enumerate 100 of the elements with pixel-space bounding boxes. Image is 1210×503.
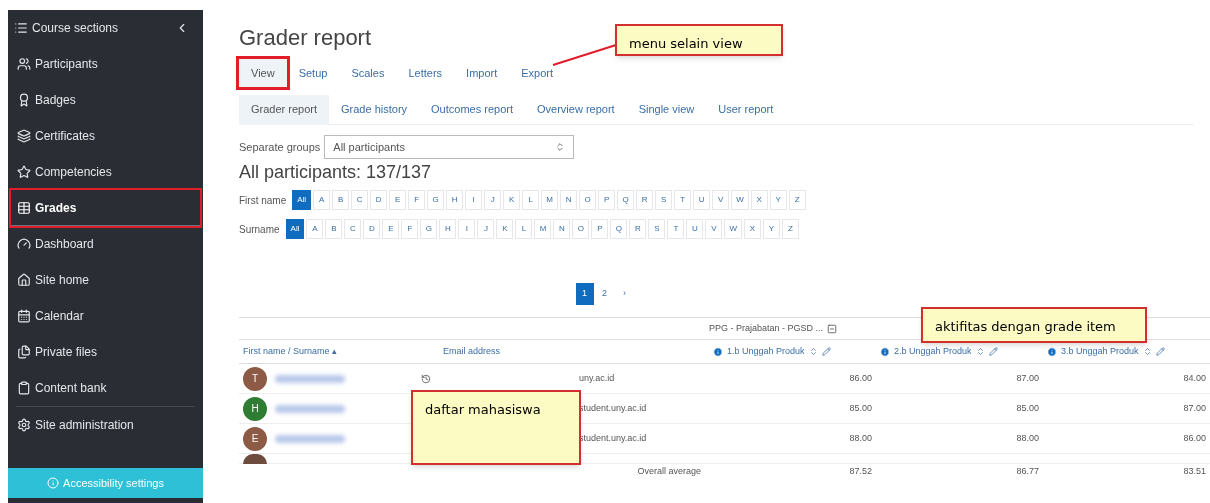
initial-letter[interactable]: I xyxy=(458,219,476,239)
initial-letter[interactable]: N xyxy=(560,190,578,210)
initial-letter[interactable]: A xyxy=(306,219,324,239)
initial-letter[interactable]: C xyxy=(351,190,369,210)
column-header[interactable]: Email address xyxy=(439,344,709,359)
initial-letter[interactable]: O xyxy=(579,190,597,210)
initial-letter[interactable]: Z xyxy=(788,190,806,210)
initial-letter[interactable]: Q xyxy=(610,219,628,239)
tab[interactable]: Setup xyxy=(286,59,340,87)
sidebar-item[interactable]: Badges xyxy=(11,82,200,118)
edit-icon[interactable] xyxy=(1155,347,1165,356)
initial-letter[interactable]: K xyxy=(503,190,521,210)
sidebar-item[interactable]: Site administration xyxy=(11,407,200,443)
sort-icon[interactable] xyxy=(808,347,818,356)
page-link[interactable]: 1 xyxy=(575,283,594,305)
sidebar-item[interactable]: Private files xyxy=(11,334,200,370)
initial-letter[interactable]: J xyxy=(477,219,495,239)
initial-letter[interactable]: V xyxy=(705,219,723,239)
table-cell-text: 85.00 xyxy=(1015,401,1040,415)
tab[interactable]: Export xyxy=(509,59,566,87)
subtab[interactable]: Grader report xyxy=(239,94,330,125)
subtab[interactable]: Grade history xyxy=(329,94,420,125)
subtab[interactable]: Overview report xyxy=(525,94,627,125)
tab[interactable]: Scales xyxy=(339,59,397,87)
initial-letter[interactable]: D xyxy=(370,190,388,210)
initial-letter[interactable]: R xyxy=(629,219,647,239)
initial-letter[interactable]: L xyxy=(522,190,540,210)
initial-letter[interactable]: K xyxy=(496,219,514,239)
initial-letter[interactable]: O xyxy=(572,219,590,239)
initial-letter[interactable]: B xyxy=(325,219,343,239)
table-cell: uny.ac.id xyxy=(579,372,615,383)
sidebar-item[interactable]: Participants xyxy=(11,46,200,82)
history-icon[interactable] xyxy=(421,373,431,384)
initial-letter[interactable]: I xyxy=(465,190,483,210)
page-link[interactable]: 2 xyxy=(595,283,614,305)
initial-letter[interactable]: U xyxy=(686,219,704,239)
initial-letter[interactable]: G xyxy=(420,219,438,239)
initial-letter[interactable]: E xyxy=(382,219,400,239)
tab[interactable]: View xyxy=(239,59,287,87)
initial-letter[interactable]: R xyxy=(636,190,654,210)
sort-icon[interactable] xyxy=(1142,347,1152,356)
initial-letter[interactable]: X xyxy=(744,219,762,239)
initial-letter[interactable]: L xyxy=(515,219,533,239)
initial-letter[interactable]: T xyxy=(674,190,692,210)
initial-letter[interactable]: H xyxy=(446,190,464,210)
sidebar-item[interactable]: Calendar xyxy=(11,298,200,334)
callout-note: aktifitas dengan grade item xyxy=(921,307,1147,343)
subtab[interactable]: User report xyxy=(706,94,786,125)
initial-letter[interactable]: S xyxy=(655,190,673,210)
initial-letter[interactable]: Z xyxy=(782,219,800,239)
column-header[interactable]: 3.b Unggah Produk xyxy=(1061,344,1139,359)
column-header[interactable]: 2.b Unggah Produk xyxy=(894,344,972,359)
initial-letter[interactable]: V xyxy=(712,190,730,210)
initial-letter[interactable]: G xyxy=(427,190,445,210)
column-header[interactable]: 1.b Unggah Produk xyxy=(727,344,805,359)
edit-icon[interactable] xyxy=(821,347,831,356)
initial-letter[interactable]: Q xyxy=(617,190,635,210)
initial-letter[interactable]: All xyxy=(292,190,312,210)
subtab[interactable]: Single view xyxy=(626,94,707,125)
initial-letter[interactable]: A xyxy=(313,190,331,210)
subtab[interactable]: Outcomes report xyxy=(419,94,525,125)
sidebar-header[interactable]: Course sections xyxy=(32,19,119,37)
initial-letter[interactable]: M xyxy=(541,190,559,210)
sidebar-item[interactable]: Dashboard xyxy=(11,226,200,262)
initial-letter[interactable]: S xyxy=(648,219,666,239)
initial-letter[interactable]: H xyxy=(439,219,457,239)
sidebar-item[interactable]: Site home xyxy=(11,262,200,298)
initial-letter[interactable]: W xyxy=(731,190,749,210)
tab[interactable]: Import xyxy=(454,59,510,87)
page-link[interactable]: › xyxy=(615,283,634,305)
initial-letter[interactable]: B xyxy=(332,190,350,210)
star-icon xyxy=(17,165,31,179)
initial-letter[interactable]: E xyxy=(389,190,407,210)
initial-letter[interactable]: Y xyxy=(763,219,781,239)
initial-letter[interactable]: J xyxy=(484,190,502,210)
sidebar-item[interactable]: Content bank xyxy=(11,370,200,406)
initial-letter[interactable]: M xyxy=(534,219,552,239)
initial-letter[interactable]: D xyxy=(363,219,381,239)
edit-icon[interactable] xyxy=(988,347,998,356)
initial-letter[interactable]: X xyxy=(750,190,768,210)
sidebar-item[interactable]: Grades xyxy=(11,190,200,226)
initial-letter[interactable]: All xyxy=(285,219,305,239)
sidebar-item[interactable]: Competencies xyxy=(11,154,200,190)
initial-letter[interactable]: N xyxy=(553,219,571,239)
initial-letter[interactable]: W xyxy=(724,219,743,239)
initial-letter[interactable]: F xyxy=(408,190,426,210)
clipboard-icon xyxy=(17,381,31,395)
sort-icon[interactable] xyxy=(975,347,985,356)
initial-letter[interactable]: Y xyxy=(769,190,787,210)
sidebar-item[interactable]: Certificates xyxy=(11,118,200,154)
tab[interactable]: Letters xyxy=(396,59,455,87)
initials-label: Surname xyxy=(239,222,280,237)
initial-letter[interactable]: C xyxy=(344,219,362,239)
column-header[interactable]: First name / Surname ▴ xyxy=(239,344,439,359)
initial-letter[interactable]: P xyxy=(591,219,609,239)
initial-letter[interactable]: F xyxy=(401,219,419,239)
initial-letter[interactable]: T xyxy=(667,219,685,239)
initial-letter[interactable]: P xyxy=(598,190,616,210)
initial-letter[interactable]: U xyxy=(693,190,711,210)
group-select[interactable]: All participants xyxy=(324,135,575,159)
